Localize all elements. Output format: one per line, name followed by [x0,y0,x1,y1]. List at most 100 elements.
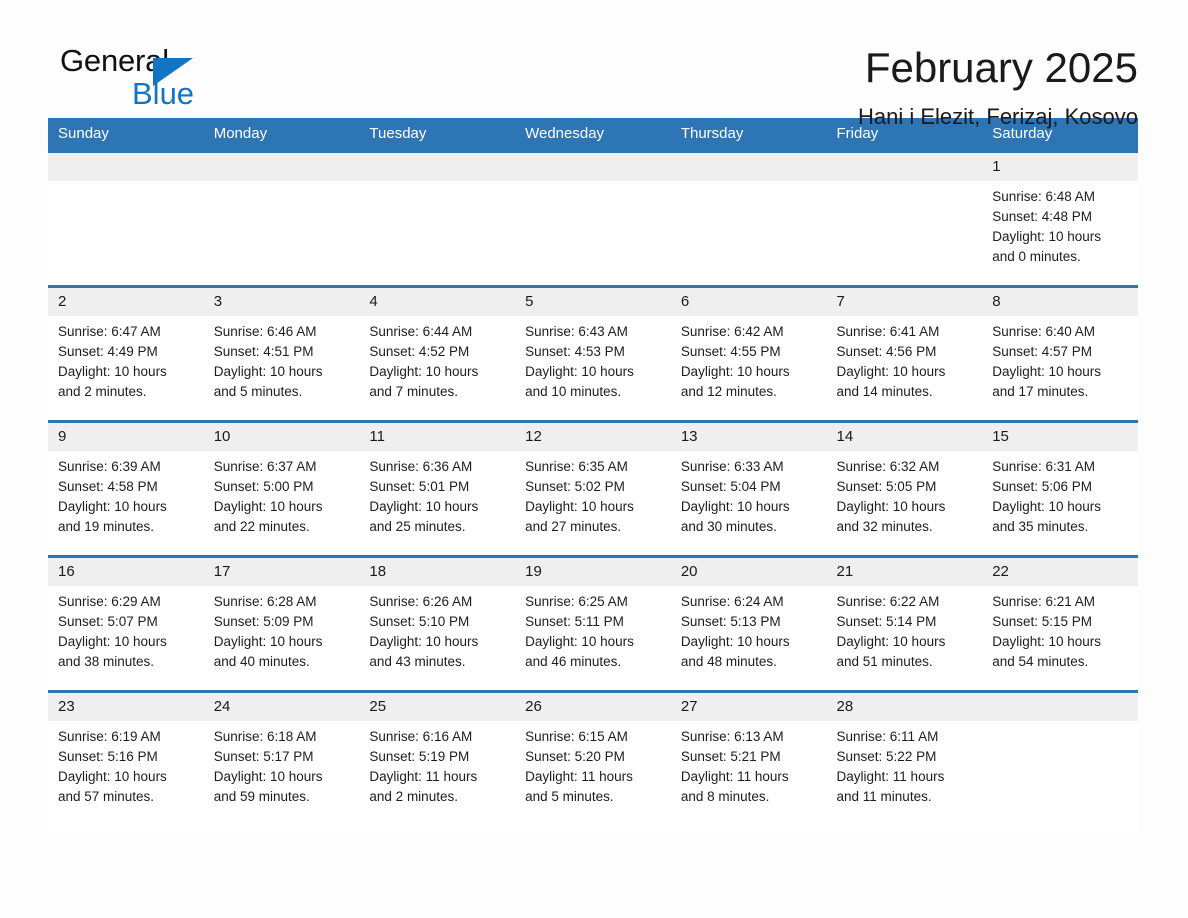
brand-triangle-icon [153,58,193,86]
daylight-duration-cont: and 30 minutes. [680,519,777,534]
day-cell-empty [982,690,1138,832]
day-cell-6[interactable]: 6 Sunrise: 6:42 AM Sunset: 4:55 PM Daylight… [670,285,827,422]
sunset-time: Sunset: 5:01 PM [369,479,470,494]
title-block: February 2025 Hani i Elezit, Ferizaj, Ko… [858,44,1140,132]
page-header: General Blue February 2025 Hani i Elezit… [48,0,1140,130]
sunrise-time: Sunrise: 6:44 AM [369,324,473,339]
day-cell-25[interactable]: 25 Sunrise: 6:16 AM Sunset: 5:19 PM Dayligh… [359,690,516,832]
daylight-duration-cont: and 27 minutes. [525,519,622,534]
day-sun-info: Sunrise: 6:37 AM Sunset: 5:00 PM Daylight:… [204,451,360,537]
day-cell-9[interactable]: 9 Sunrise: 6:39 AM Sunset: 4:58 PM Daylight… [48,420,204,557]
sunset-time: Sunset: 4:52 PM [369,344,470,359]
day-number: 15 [982,423,1138,451]
sunset-time: Sunset: 4:51 PM [213,344,314,359]
day-cell-22[interactable]: 22 Sunrise: 6:21 AM Sunset: 5:15 PM Dayligh… [982,555,1138,692]
day-sun-info: Sunrise: 6:32 AM Sunset: 5:05 PM Daylight:… [827,451,983,537]
day-sun-info: Sunrise: 6:33 AM Sunset: 5:04 PM Daylight:… [671,451,827,537]
day-cell-8[interactable]: 8 Sunrise: 6:40 AM Sunset: 4:57 PM Daylight… [982,285,1138,422]
day-cell-2[interactable]: 2 Sunrise: 6:47 AM Sunset: 4:49 PM Daylight… [48,285,204,422]
sunset-time: Sunset: 4:49 PM [58,344,158,359]
sunset-time: Sunset: 5:09 PM [213,614,314,629]
sunrise-time: Sunrise: 6:16 AM [369,729,473,744]
day-number: 5 [515,288,671,316]
daylight-duration-cont: and 48 minutes. [680,654,777,669]
day-sun-info: Sunrise: 6:43 AM Sunset: 4:53 PM Daylight:… [515,316,671,402]
day-cell-10[interactable]: 10 Sunrise: 6:37 AM Sunset: 5:00 PM Dayligh… [203,420,360,557]
day-cell-14[interactable]: 14 Sunrise: 6:32 AM Sunset: 5:05 PM Dayligh… [826,420,983,557]
daylight-duration: Daylight: 10 hours [836,499,946,514]
daylight-duration-cont: and 2 minutes. [58,384,147,399]
day-sun-info: Sunrise: 6:47 AM Sunset: 4:49 PM Daylight:… [48,316,204,402]
day-sun-info: Sunrise: 6:22 AM Sunset: 5:14 PM Daylight:… [827,586,983,672]
daylight-duration-cont: and 59 minutes. [213,789,310,804]
daylight-duration-cont: and 54 minutes. [992,654,1089,669]
day-cell-16[interactable]: 16 Sunrise: 6:29 AM Sunset: 5:07 PM Dayligh… [48,555,204,692]
sunset-time: Sunset: 5:13 PM [680,614,781,629]
sunrise-time: Sunrise: 6:13 AM [680,729,784,744]
day-sun-info: Sunrise: 6:25 AM Sunset: 5:11 PM Daylight:… [515,586,671,672]
daylight-duration: Daylight: 10 hours [369,364,479,379]
day-cell-5[interactable]: 5 Sunrise: 6:43 AM Sunset: 4:53 PM Daylight… [515,285,671,422]
weekday-header-tuesday: Tuesday [359,118,516,152]
day-cell-26[interactable]: 26 Sunrise: 6:15 AM Sunset: 5:20 PM Dayligh… [515,690,671,832]
daylight-duration: Daylight: 10 hours [58,499,167,514]
day-cell-19[interactable]: 19 Sunrise: 6:25 AM Sunset: 5:11 PM Dayligh… [515,555,671,692]
day-cell-23[interactable]: 23 Sunrise: 6:19 AM Sunset: 5:16 PM Dayligh… [48,690,204,832]
day-cell-13[interactable]: 13 Sunrise: 6:33 AM Sunset: 5:04 PM Dayligh… [670,420,827,557]
day-number [515,153,671,181]
daylight-duration: Daylight: 10 hours [680,499,790,514]
sunrise-time: Sunrise: 6:41 AM [836,324,940,339]
day-number: 26 [515,693,671,721]
day-cell-28[interactable]: 28 Sunrise: 6:11 AM Sunset: 5:22 PM Dayligh… [826,690,983,832]
day-number [982,693,1138,721]
sunrise-time: Sunrise: 6:11 AM [836,729,939,744]
daylight-duration: Daylight: 10 hours [58,364,167,379]
daylight-duration: Daylight: 10 hours [992,499,1102,514]
day-sun-info: Sunrise: 6:28 AM Sunset: 5:09 PM Daylight:… [204,586,360,672]
daylight-duration: Daylight: 10 hours [369,634,479,649]
daylight-duration: Daylight: 10 hours [58,769,167,784]
day-number: 10 [203,423,360,451]
day-cell-12[interactable]: 12 Sunrise: 6:35 AM Sunset: 5:02 PM Dayligh… [515,420,671,557]
day-cell-7[interactable]: 7 Sunrise: 6:41 AM Sunset: 4:56 PM Daylight… [826,285,983,422]
sunset-time: Sunset: 4:57 PM [992,344,1093,359]
daylight-duration: Daylight: 11 hours [836,769,945,784]
brand-logo[interactable]: General Blue [48,44,248,118]
day-sun-info: Sunrise: 6:13 AM Sunset: 5:21 PM Daylight:… [671,721,827,807]
day-cell-empty [359,150,516,287]
day-cell-27[interactable]: 27 Sunrise: 6:13 AM Sunset: 5:21 PM Dayligh… [670,690,827,832]
sunrise-time: Sunrise: 6:32 AM [836,459,940,474]
daylight-duration-cont: and 12 minutes. [680,384,777,399]
day-sun-info: Sunrise: 6:39 AM Sunset: 4:58 PM Daylight:… [48,451,204,537]
sunrise-time: Sunrise: 6:35 AM [525,459,628,474]
daylight-duration-cont: and 14 minutes. [836,384,933,399]
day-cell-11[interactable]: 11 Sunrise: 6:36 AM Sunset: 5:01 PM Dayligh… [359,420,516,557]
sunrise-time: Sunrise: 6:37 AM [213,459,317,474]
calendar-week-row: 16 Sunrise: 6:29 AM Sunset: 5:07 PM Dayligh… [48,555,1138,692]
day-sun-info: Sunrise: 6:40 AM Sunset: 4:57 PM Daylight:… [982,316,1138,402]
sunrise-time: Sunrise: 6:26 AM [369,594,473,609]
sunset-time: Sunset: 4:48 PM [992,209,1093,224]
day-sun-info: Sunrise: 6:19 AM Sunset: 5:16 PM Daylight:… [48,721,204,807]
day-cell-21[interactable]: 21 Sunrise: 6:22 AM Sunset: 5:14 PM Dayligh… [826,555,983,692]
daylight-duration-cont: and 11 minutes. [836,789,932,804]
sunset-time: Sunset: 5:00 PM [213,479,314,494]
day-cell-1[interactable]: 1 Sunrise: 6:48 AM Sunset: 4:48 PM Daylight… [982,150,1138,287]
daylight-duration-cont: and 0 minutes. [992,249,1081,264]
day-number: 24 [203,693,360,721]
daylight-duration: Daylight: 10 hours [525,634,634,649]
day-cell-20[interactable]: 20 Sunrise: 6:24 AM Sunset: 5:13 PM Dayligh… [670,555,827,692]
day-number: 2 [48,288,204,316]
calendar-body: 1 Sunrise: 6:48 AM Sunset: 4:48 PM Daylight… [48,150,1138,832]
day-cell-17[interactable]: 17 Sunrise: 6:28 AM Sunset: 5:09 PM Dayligh… [203,555,360,692]
day-cell-15[interactable]: 15 Sunrise: 6:31 AM Sunset: 5:06 PM Dayligh… [982,420,1138,557]
day-cell-24[interactable]: 24 Sunrise: 6:18 AM Sunset: 5:17 PM Dayligh… [203,690,360,832]
sunrise-time: Sunrise: 6:36 AM [369,459,473,474]
day-cell-4[interactable]: 4 Sunrise: 6:44 AM Sunset: 4:52 PM Daylight… [359,285,516,422]
day-cell-3[interactable]: 3 Sunrise: 6:46 AM Sunset: 4:51 PM Daylight… [203,285,360,422]
sunset-time: Sunset: 5:17 PM [213,749,314,764]
calendar-week-row: 1 Sunrise: 6:48 AM Sunset: 4:48 PM Daylight… [48,150,1138,287]
daylight-duration-cont: and 2 minutes. [369,789,458,804]
day-cell-18[interactable]: 18 Sunrise: 6:26 AM Sunset: 5:10 PM Dayligh… [359,555,516,692]
day-sun-info: Sunrise: 6:36 AM Sunset: 5:01 PM Daylight:… [359,451,515,537]
